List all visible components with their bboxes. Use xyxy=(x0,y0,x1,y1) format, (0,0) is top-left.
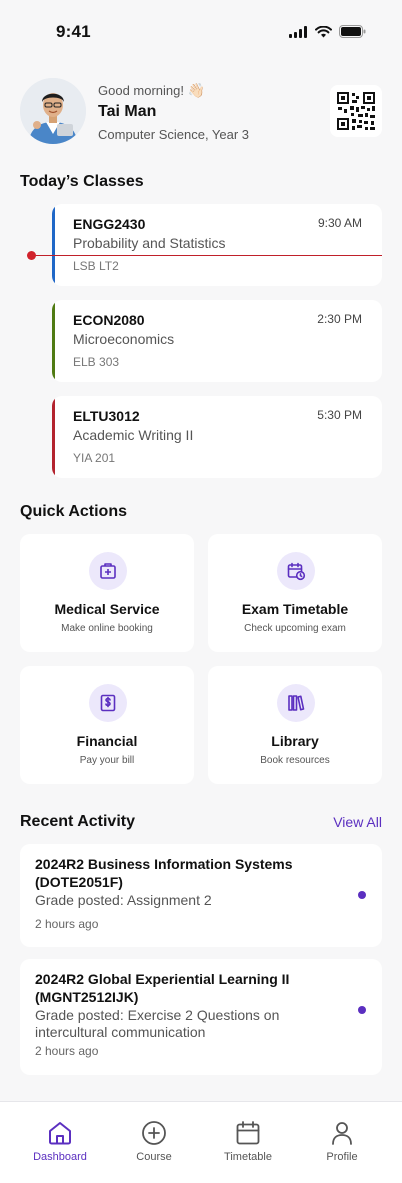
class-name: Academic Writing II xyxy=(73,427,194,443)
view-all-link[interactable]: View All xyxy=(333,814,382,830)
profile-header: Good morning! 👋🏻 Tai Man Computer Scienc… xyxy=(20,78,382,148)
class-card[interactable]: ENGG2430 9:30 AM Probability and Statist… xyxy=(52,204,382,286)
avatar[interactable] xyxy=(20,78,86,144)
nav-label: Timetable xyxy=(224,1151,272,1163)
activity-title: 2024R2 Business Information Systems (DOT… xyxy=(35,856,293,890)
class-time: 5:30 PM xyxy=(317,408,362,422)
section-title-today: Today’s Classes xyxy=(20,173,144,190)
section-title-recent-activity: Recent Activity xyxy=(20,813,135,830)
current-time-line xyxy=(30,255,382,256)
class-time: 2:30 PM xyxy=(317,312,362,326)
class-accent-bar xyxy=(52,396,55,478)
current-time-dot xyxy=(27,251,36,260)
class-code: ELTU3012 xyxy=(73,408,140,424)
avatar-illustration xyxy=(20,78,86,144)
action-subtitle: Book resources xyxy=(260,755,330,766)
class-accent-bar xyxy=(52,300,55,382)
books-icon xyxy=(277,684,315,722)
action-subtitle: Check upcoming exam xyxy=(244,623,346,634)
exam-timetable-card[interactable]: Exam Timetable Check upcoming exam xyxy=(208,534,382,652)
action-title: Medical Service xyxy=(54,601,160,617)
financial-card[interactable]: Financial Pay your bill xyxy=(20,666,194,784)
greeting-text: Good morning! xyxy=(98,83,184,98)
nav-dashboard[interactable]: Dashboard xyxy=(20,1102,100,1172)
plus-circle-icon xyxy=(142,1121,166,1145)
action-subtitle: Make online booking xyxy=(61,623,153,634)
class-code: ECON2080 xyxy=(73,312,145,328)
wifi-icon xyxy=(315,25,332,37)
class-name: Microeconomics xyxy=(73,331,175,347)
qr-code-button[interactable] xyxy=(330,85,382,137)
user-icon xyxy=(332,1122,352,1145)
activity-item[interactable]: 2024R2 Global Experiential Learning II (… xyxy=(20,959,382,1075)
nav-timetable[interactable]: Timetable xyxy=(208,1102,288,1172)
activity-detail: Grade posted: Exercise 2 Questions on in… xyxy=(35,1007,280,1040)
activity-title: 2024R2 Global Experiential Learning II (… xyxy=(35,971,290,1005)
class-card[interactable]: ECON2080 2:30 PM Microeconomics ELB 303 xyxy=(52,300,382,382)
nav-label: Profile xyxy=(326,1151,358,1163)
class-room: LSB LT2 xyxy=(73,259,119,273)
calendar-clock-icon xyxy=(277,552,315,590)
calendar-icon xyxy=(236,1121,260,1145)
action-title: Library xyxy=(271,733,319,749)
nav-profile[interactable]: Profile xyxy=(302,1102,382,1172)
library-card[interactable]: Library Book resources xyxy=(208,666,382,784)
class-code: ENGG2430 xyxy=(73,216,146,232)
status-bar: 9:41 xyxy=(0,0,402,64)
action-title: Financial xyxy=(76,733,138,749)
user-program: Computer Science, Year 3 xyxy=(98,127,250,142)
class-name: Probability and Statistics xyxy=(73,235,226,251)
class-time: 9:30 AM xyxy=(317,216,362,230)
bottom-nav: Dashboard Course Timetable Profile xyxy=(0,1101,402,1183)
qr-code-icon xyxy=(337,92,375,130)
home-icon xyxy=(49,1122,71,1145)
unread-dot xyxy=(358,891,366,899)
activity-item[interactable]: 2024R2 Business Information Systems (DOT… xyxy=(20,844,382,947)
class-room: ELB 303 xyxy=(73,355,120,369)
activity-time: 2 hours ago xyxy=(35,917,99,931)
wave-icon: 👋🏻 xyxy=(187,82,206,98)
medical-service-card[interactable]: Medical Service Make online booking xyxy=(20,534,194,652)
nav-course[interactable]: Course xyxy=(114,1102,194,1172)
status-time: 9:41 xyxy=(56,22,91,41)
class-card[interactable]: ELTU3012 5:30 PM Academic Writing II YIA… xyxy=(52,396,382,478)
battery-icon xyxy=(339,25,366,38)
section-title-quick-actions: Quick Actions xyxy=(20,503,127,520)
greeting: Good morning! 👋🏻 xyxy=(98,82,205,99)
unread-dot xyxy=(358,1006,366,1014)
signal-icon xyxy=(289,25,307,38)
class-room: YIA 201 xyxy=(73,451,116,465)
medical-icon xyxy=(89,552,127,590)
user-name: Tai Man xyxy=(98,103,157,120)
action-title: Exam Timetable xyxy=(241,601,349,617)
status-icons xyxy=(289,25,366,38)
action-subtitle: Pay your bill xyxy=(79,755,135,766)
activity-time: 2 hours ago xyxy=(35,1044,99,1058)
activity-detail: Grade posted: Assignment 2 xyxy=(35,892,212,908)
class-accent-bar xyxy=(52,204,55,286)
receipt-dollar-icon xyxy=(89,684,127,722)
nav-label: Course xyxy=(136,1151,172,1163)
nav-label: Dashboard xyxy=(33,1151,87,1163)
